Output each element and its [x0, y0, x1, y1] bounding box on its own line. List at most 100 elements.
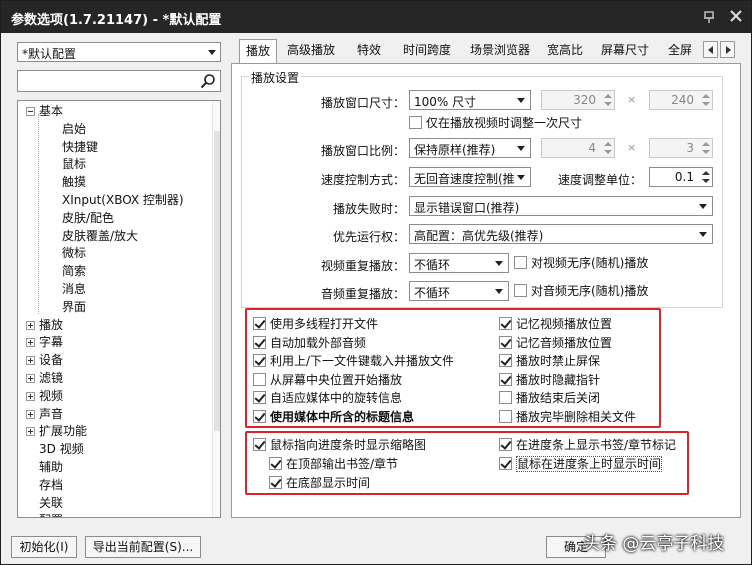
audio-repeat-select[interactable]: 不循环	[409, 281, 509, 301]
checkbox-box[interactable]	[499, 354, 512, 368]
tree-item[interactable]: 设备	[26, 351, 63, 369]
tab-scroll-right-button[interactable]	[720, 41, 735, 58]
tab-time-span[interactable]: 时间跨度	[397, 39, 457, 63]
tab-fullscreen[interactable]: 全屏	[662, 39, 698, 63]
checkbox-box[interactable]	[253, 410, 266, 423]
window-width-spin[interactable]: 320	[541, 90, 615, 110]
adjust-once-checkbox[interactable]: 仅在播放视频时调整一次尺寸	[409, 115, 582, 131]
tree-item[interactable]: 微标	[62, 244, 86, 262]
expand-icon[interactable]	[26, 320, 35, 330]
bar-time-checkbox[interactable]: 鼠标在进度条上时显示时间	[499, 456, 663, 472]
export-config-button[interactable]: 导出当前配置(S)...	[85, 536, 201, 558]
checkbox-box[interactable]	[499, 410, 512, 423]
checkbox-box[interactable]	[409, 116, 422, 129]
option-checkbox[interactable]: 播放时禁止屏保	[499, 353, 600, 369]
option-checkbox[interactable]: 使用多线程打开文件	[253, 316, 378, 332]
close-icon[interactable]	[729, 9, 743, 23]
video-random-checkbox[interactable]: 对视频无序(随机)播放	[514, 255, 648, 271]
option-checkbox[interactable]: 使用媒体中所含的标题信息	[253, 409, 414, 425]
tree-item[interactable]: 视频	[26, 387, 63, 405]
option-checkbox[interactable]: 自适应媒体中的旋转信息	[253, 390, 402, 406]
expand-icon[interactable]	[26, 427, 35, 437]
expand-icon[interactable]	[26, 338, 35, 348]
checkbox-box[interactable]	[253, 391, 266, 405]
search-icon[interactable]	[200, 73, 216, 89]
checkbox-box[interactable]	[499, 372, 512, 386]
tree-item[interactable]: 字幕	[26, 333, 63, 351]
pin-icon[interactable]	[702, 10, 716, 24]
tree-item[interactable]: 基本	[26, 102, 63, 120]
settings-search-input[interactable]	[17, 70, 221, 92]
checkbox-box[interactable]	[499, 335, 512, 349]
tree-item[interactable]: 存档	[26, 476, 63, 494]
checkbox-box[interactable]	[499, 391, 512, 405]
tree-item[interactable]: 消息	[62, 280, 86, 298]
option-checkbox[interactable]: 利用上/下一文件键载入并播放文件	[253, 353, 454, 369]
tab-effects[interactable]: 特效	[351, 39, 387, 63]
tab-scene-browser[interactable]: 场景浏览器	[464, 39, 536, 63]
profile-dropdown[interactable]: *默认配置	[17, 42, 221, 62]
tree-item[interactable]: 播放	[26, 316, 63, 334]
option-checkbox[interactable]: 记忆视频播放位置	[499, 316, 612, 332]
speed-mode-select[interactable]: 无回音速度控制(推	[409, 167, 531, 187]
initialize-button[interactable]: 初始化(I)	[11, 536, 77, 558]
tree-item[interactable]: 皮肤覆盖/放大	[62, 227, 138, 245]
expand-icon[interactable]	[26, 374, 35, 383]
tab-advanced-playback[interactable]: 高级播放	[281, 39, 341, 63]
checkbox-box[interactable]	[253, 354, 266, 368]
tree-item[interactable]: 快捷键	[62, 138, 98, 156]
checkbox-box[interactable]	[253, 335, 266, 349]
expand-icon[interactable]	[26, 391, 35, 401]
tree-item[interactable]: 配置	[26, 511, 63, 517]
bottom-time-checkbox[interactable]: 在底部显示时间	[269, 475, 370, 491]
tab-playback[interactable]: 播放	[239, 39, 278, 64]
option-checkbox[interactable]: 从屏幕中央位置开始播放	[253, 372, 402, 388]
bar-bookmarks-checkbox[interactable]: 在进度条上显示书签/章节标记	[499, 437, 676, 453]
tree-item[interactable]: 简索	[62, 262, 86, 280]
tab-screen-size[interactable]: 屏幕尺寸	[595, 39, 655, 63]
tree-item[interactable]: 启始	[62, 120, 86, 138]
expand-icon[interactable]	[26, 356, 35, 366]
top-bookmarks-checkbox[interactable]: 在顶部输出书签/章节	[269, 456, 398, 472]
tab-aspect-ratio[interactable]: 宽高比	[541, 39, 589, 63]
checkbox-box[interactable]	[514, 256, 527, 269]
option-checkbox[interactable]: 播放时隐藏指针	[499, 372, 600, 388]
window-size-select[interactable]: 100% 尺寸	[409, 90, 531, 110]
checkbox-box[interactable]	[499, 457, 512, 470]
checkbox-box[interactable]	[253, 438, 266, 451]
tree-item[interactable]: 滤镜	[26, 369, 63, 387]
tree-item[interactable]: 辅助	[26, 458, 63, 476]
video-repeat-select[interactable]: 不循环	[409, 253, 509, 273]
expand-icon[interactable]	[26, 409, 35, 419]
aspect-height-spin[interactable]: 3	[649, 138, 713, 158]
tree-item[interactable]: 声音	[26, 405, 63, 423]
tree-item[interactable]: 触摸	[62, 173, 86, 191]
scrollbar-thumb[interactable]	[214, 131, 220, 431]
tree-item[interactable]: 3D 视频	[26, 440, 84, 458]
tree-scrollbar[interactable]	[212, 101, 220, 517]
checkbox-box[interactable]	[269, 476, 282, 489]
option-checkbox[interactable]: 自动加载外部音频	[253, 335, 366, 351]
tree-item[interactable]: 皮肤/配色	[62, 209, 114, 227]
tree-item[interactable]: 界面	[62, 298, 86, 316]
tree-item[interactable]: 鼠标	[62, 155, 86, 173]
thumbnail-preview-checkbox[interactable]: 鼠标指向进度条时显示缩略图	[253, 437, 426, 453]
tree-item[interactable]: 扩展功能	[26, 422, 87, 440]
audio-random-checkbox[interactable]: 对音频无序(随机)播放	[514, 283, 648, 299]
aspect-width-spin[interactable]: 4	[541, 138, 615, 158]
checkbox-box[interactable]	[499, 438, 512, 451]
option-checkbox[interactable]: 播放完毕删除相关文件	[499, 409, 636, 425]
on-fail-select[interactable]: 显示错误窗口(推荐)	[409, 196, 713, 216]
option-checkbox[interactable]: 播放结束后关闭	[499, 390, 600, 406]
window-height-spin[interactable]: 240	[649, 90, 713, 110]
priority-select[interactable]: 高配置：高优先级(推荐)	[409, 224, 713, 244]
checkbox-box[interactable]	[269, 457, 282, 470]
speed-unit-spin[interactable]: 0.1	[649, 167, 713, 187]
option-checkbox[interactable]: 记忆音频播放位置	[499, 335, 612, 351]
aspect-select[interactable]: 保持原样(推荐)	[409, 138, 531, 158]
tree-item[interactable]: XInput(XBOX 控制器)	[62, 191, 184, 209]
tab-scroll-left-button[interactable]	[703, 41, 718, 58]
tree-item[interactable]: 关联	[26, 494, 63, 512]
checkbox-box[interactable]	[514, 284, 527, 297]
checkbox-box[interactable]	[499, 317, 512, 330]
